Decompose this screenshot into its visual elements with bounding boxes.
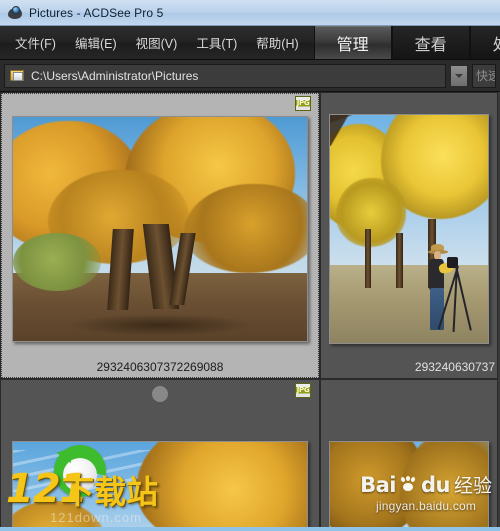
photo-photographer-with-tripod <box>329 113 489 344</box>
thumbnail-tile[interactable]: JPG <box>0 92 320 379</box>
thumbnail-caption: 2932406307372269088 <box>96 360 224 374</box>
menu-item-edit[interactable]: 编辑(E) <box>74 30 118 55</box>
thumbnail-tile[interactable]: JPG <box>0 379 320 531</box>
chevron-down-icon <box>455 73 463 78</box>
quick-search-input[interactable]: 快速 <box>472 63 496 88</box>
thumbnail-tile[interactable]: 293240630737 <box>320 92 498 379</box>
folder-icon <box>10 69 25 82</box>
photo-dense-golden-canopy <box>329 440 489 531</box>
thumbnail-browser[interactable]: JPG 2932406307372269088 293240630737 JPG… <box>0 92 500 531</box>
menu-item-help[interactable]: 帮助(H) <box>255 30 299 55</box>
tab-process[interactable]: 处理 <box>469 26 500 59</box>
thumbnail-image-area: JPG <box>1 93 319 356</box>
acdsee-window: Pictures - ACDSee Pro 5 文件(F) 编辑(E) 视图(V… <box>0 0 500 531</box>
thumbnail-grid: JPG 2932406307372269088 293240630737 JPG <box>0 92 500 531</box>
loading-indicator-icon <box>152 386 168 402</box>
photo-autumn-poplar-grove <box>12 115 308 342</box>
thumbnail-image-area <box>321 93 497 356</box>
window-title: Pictures - ACDSee Pro 5 <box>29 5 164 20</box>
thumbnail-image-area: JPG <box>1 380 319 531</box>
title-bar: Pictures - ACDSee Pro 5 <box>0 0 500 26</box>
menu-item-view[interactable]: 视图(V) <box>135 30 179 55</box>
menu-bar: 文件(F) 编辑(E) 视图(V) 工具(T) 帮助(H) <box>0 26 300 59</box>
jpg-badge-label: JPG <box>296 385 310 394</box>
acdsee-app-icon <box>7 5 23 21</box>
tab-view[interactable]: 查看 <box>391 26 470 59</box>
bottom-edge-strip <box>0 527 500 531</box>
menu-item-tools[interactable]: 工具(T) <box>195 30 238 55</box>
path-input[interactable]: C:\Users\Administrator\Pictures <box>4 63 446 88</box>
thumbnail-image-area <box>321 380 497 531</box>
photo-blue-sky-autumn-canopy <box>12 440 308 531</box>
mode-tabs: 管理 查看 处理 <box>313 26 500 59</box>
path-text: C:\Users\Administrator\Pictures <box>31 68 199 83</box>
photographer-figure <box>422 244 472 335</box>
jpg-format-badge: JPG <box>295 383 311 398</box>
path-dropdown-button[interactable] <box>450 64 468 87</box>
quick-search-placeholder: 快速 <box>476 69 495 83</box>
jpg-badge-label: JPG <box>296 98 310 107</box>
menu-tab-strip: 文件(F) 编辑(E) 视图(V) 工具(T) 帮助(H) 管理 查看 处理 <box>0 26 500 60</box>
menu-item-file[interactable]: 文件(F) <box>14 30 57 55</box>
thumbnail-tile[interactable] <box>320 379 498 531</box>
address-bar: C:\Users\Administrator\Pictures 快速 <box>0 60 500 92</box>
thumbnail-caption: 293240630737 <box>414 360 495 374</box>
jpg-format-badge: JPG <box>295 96 311 111</box>
tab-manage[interactable]: 管理 <box>313 26 392 59</box>
